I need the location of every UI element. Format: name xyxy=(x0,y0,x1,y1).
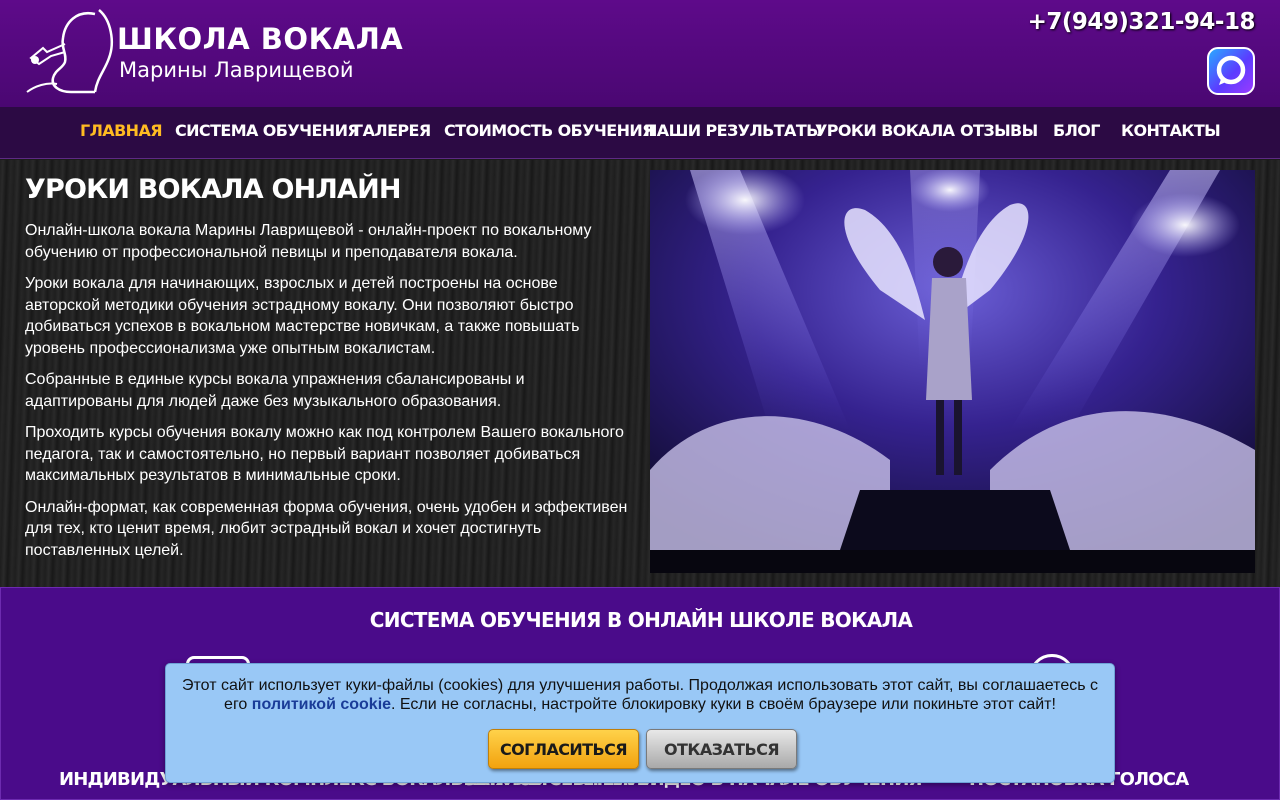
nav-item-home[interactable]: ГЛАВНАЯ xyxy=(80,121,163,140)
cookie-text-end: . Если не согласны, настройте блокировку… xyxy=(391,696,1056,713)
accept-cookies-button[interactable]: СОГЛАСИТЬСЯ xyxy=(488,729,639,769)
main-nav: ГЛАВНАЯ СИСТЕМА ОБУЧЕНИЯ ГАЛЕРЕЯ СТОИМОС… xyxy=(0,107,1280,159)
nav-item-contacts[interactable]: КОНТАКТЫ xyxy=(1121,121,1221,140)
stage-photo-image xyxy=(650,170,1255,573)
nav-item-blog[interactable]: БЛОГ xyxy=(1053,121,1100,140)
logo-title: ШКОЛА ВОКАЛА xyxy=(117,22,404,56)
nav-item-system[interactable]: СИСТЕМА ОБУЧЕНИЯ xyxy=(175,121,360,140)
phone-number[interactable]: +7(949)321-94-18 xyxy=(1028,9,1256,35)
nav-item-reviews[interactable]: ОТЗЫВЫ xyxy=(960,121,1038,140)
intro-section: УРОКИ ВОКАЛА ОНЛАЙН Онлайн-школа вокала … xyxy=(0,160,1280,587)
singer-silhouette-icon xyxy=(26,9,113,94)
nav-item-gallery[interactable]: ГАЛЕРЕЯ xyxy=(353,121,431,140)
intro-text: Онлайн-школа вокала Марины Лаврищевой - … xyxy=(25,220,635,571)
school-logo[interactable]: ШКОЛА ВОКАЛА Марины Лаврищевой xyxy=(25,8,403,96)
cookie-banner: Этот сайт использует куки-файлы (cookies… xyxy=(165,663,1115,783)
intro-paragraph: Собранные в единые курсы вокала упражнен… xyxy=(25,371,525,410)
nav-item-lessons[interactable]: УРОКИ ВОКАЛА xyxy=(815,121,955,140)
nav-item-pricing[interactable]: СТОИМОСТЬ ОБУЧЕНИЯ xyxy=(444,121,654,140)
decline-cookies-button[interactable]: ОТКАЗАТЬСЯ xyxy=(646,729,797,769)
intro-paragraph: Уроки вокала для начинающих, взрослых и … xyxy=(25,275,580,357)
intro-paragraph: Онлайн-школа вокала Марины Лаврищевой - … xyxy=(25,222,592,261)
intro-paragraph: Онлайн-формат, как современная форма обу… xyxy=(25,498,628,559)
site-header: ШКОЛА ВОКАЛА Марины Лаврищевой +7(949)32… xyxy=(0,0,1280,107)
section-title: СИСТЕМА ОБУЧЕНИЯ В ОНЛАЙН ШКОЛЕ ВОКАЛА xyxy=(369,608,913,632)
chat-bubble-icon xyxy=(1216,55,1246,85)
cookie-message: Этот сайт использует куки-файлы (cookies… xyxy=(178,676,1102,714)
messenger-icon[interactable] xyxy=(1207,47,1255,95)
logo-subtitle: Марины Лаврищевой xyxy=(119,58,354,82)
cookie-policy-link[interactable]: политикой cookie xyxy=(252,696,391,713)
nav-item-results[interactable]: НАШИ РЕЗУЛЬТАТЫ xyxy=(644,121,823,140)
stage-performance-photo[interactable] xyxy=(650,170,1255,573)
page-title: УРОКИ ВОКАЛА ОНЛАЙН xyxy=(25,174,402,205)
intro-paragraph: Проходить курсы обучения вокалу можно ка… xyxy=(25,424,624,484)
